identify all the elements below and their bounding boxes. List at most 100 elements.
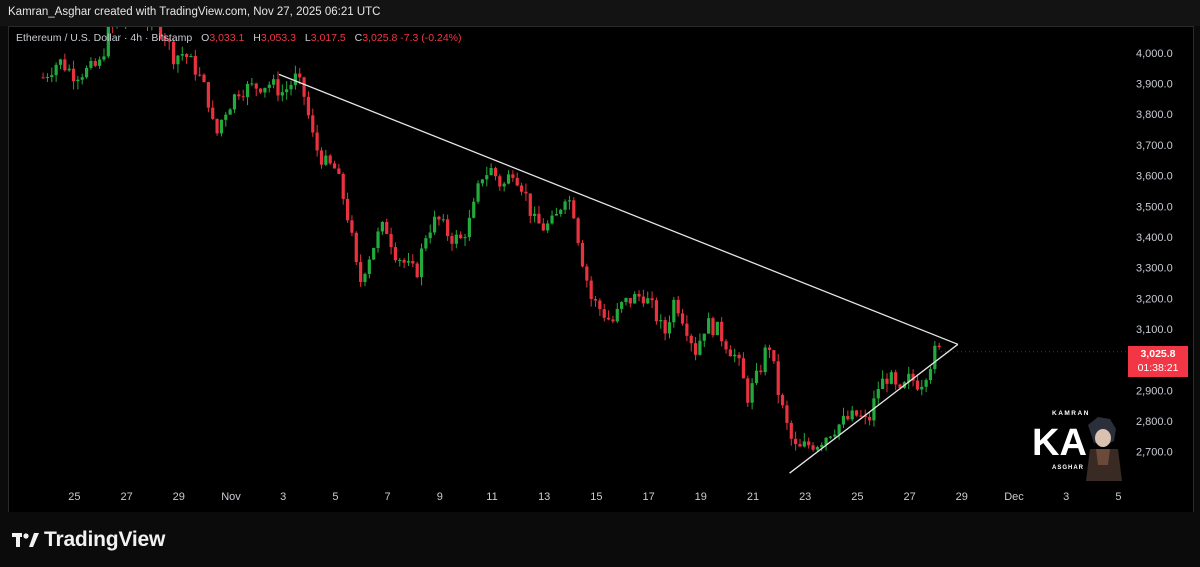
candle-down <box>354 232 358 263</box>
candle-down <box>519 185 524 192</box>
candle-up <box>763 347 767 373</box>
candle-down <box>63 59 67 71</box>
candle-down <box>741 358 746 379</box>
last-price-tag: 3,025.8 01:38:21 <box>1128 346 1188 377</box>
candle-down <box>885 378 889 384</box>
candle-up <box>280 92 284 96</box>
price-chart[interactable]: 2,700.02,800.02,900.03,000.03,100.03,200… <box>0 0 1200 567</box>
candle-down <box>41 77 45 79</box>
candle-up <box>150 11 153 23</box>
candle-down <box>524 191 528 194</box>
x-tick-label: 5 <box>332 491 338 503</box>
candle-down <box>315 132 319 151</box>
candle-down <box>541 223 545 231</box>
x-tick-label: 21 <box>747 491 759 503</box>
candle-up <box>715 321 719 336</box>
candle-down <box>459 234 463 239</box>
candle-down <box>211 107 215 119</box>
candle-down <box>254 83 258 89</box>
candle-up <box>837 424 841 435</box>
candle-up <box>54 64 58 76</box>
candle-up <box>146 23 149 24</box>
candle-down <box>611 319 615 322</box>
candle-down <box>798 444 802 447</box>
author-watermark: KAMRAN KA ASGHAR <box>1032 410 1122 481</box>
close-value: 3,025.8 <box>362 32 398 44</box>
x-tick-label: 15 <box>590 491 602 503</box>
candle-down <box>746 378 750 403</box>
candle-up <box>833 434 837 437</box>
candle-up <box>480 179 485 184</box>
candle-down <box>202 74 206 83</box>
anime-avatar-icon <box>1086 417 1122 481</box>
x-tick-label: 23 <box>799 491 811 503</box>
y-tick-label: 2,800.0 <box>1136 416 1173 428</box>
candle-down <box>498 176 502 187</box>
candle-up <box>289 84 293 90</box>
candle-up <box>67 68 71 71</box>
trendline-resistance <box>278 73 959 345</box>
candle-down <box>446 219 450 237</box>
candle-down <box>650 298 654 301</box>
candle-up <box>432 216 437 233</box>
trendline-support <box>789 343 959 474</box>
candle-down <box>685 323 689 336</box>
candle-down <box>846 415 850 420</box>
candle-up <box>550 215 554 224</box>
candle-down <box>385 222 389 234</box>
candle-down <box>341 173 345 199</box>
bar-countdown: 01:38:21 <box>1137 362 1179 374</box>
open-value: 3,033.1 <box>209 32 245 44</box>
candle-up <box>45 77 50 79</box>
x-tick-label: 25 <box>851 491 863 503</box>
y-tick-label: 3,500.0 <box>1136 201 1173 213</box>
candle-down <box>759 370 763 373</box>
symbol-title[interactable]: Ethereum / U.S. Dollar · 4h · Bitstamp <box>16 32 192 44</box>
candle-up <box>102 56 106 60</box>
x-tick-label: 27 <box>903 491 915 503</box>
candle-up <box>245 83 250 98</box>
high-value: 3,053.3 <box>260 32 296 44</box>
candle-down <box>789 422 793 439</box>
candle-up <box>189 55 193 58</box>
x-tick-label: 25 <box>68 491 80 503</box>
candle-up <box>76 79 80 82</box>
watermark-letters: KA <box>1032 422 1087 464</box>
candle-down <box>602 309 606 318</box>
change-value: -7.3 (-0.24%) <box>400 32 462 44</box>
candle-down <box>854 410 859 416</box>
candle-down <box>185 54 189 58</box>
candle-up <box>363 273 367 282</box>
candle-up <box>646 298 650 304</box>
tradingview-brand[interactable]: TradingView <box>12 528 165 552</box>
high-label: H <box>253 32 261 44</box>
candle-up <box>546 223 550 231</box>
candle-up <box>419 248 424 278</box>
candle-up <box>180 54 184 56</box>
candle-up <box>267 84 271 88</box>
candle-up <box>89 61 93 68</box>
candle-down <box>572 200 576 219</box>
candle-down <box>654 300 659 322</box>
candle-down <box>724 341 728 350</box>
watermark-bottom-text: ASGHAR <box>1052 465 1084 471</box>
candle-down <box>193 55 197 75</box>
candle-up <box>615 308 619 322</box>
candle-up <box>828 436 833 438</box>
candle-up <box>232 94 237 110</box>
candle-up <box>820 444 824 448</box>
candle-up <box>80 77 84 80</box>
candle-up <box>441 219 445 221</box>
x-tick-label: 3 <box>1063 491 1069 503</box>
candle-down <box>155 11 158 19</box>
candle-down <box>450 236 454 244</box>
candle-down <box>780 395 785 406</box>
candle-up <box>815 447 819 450</box>
candle-up <box>454 234 458 244</box>
candle-down <box>776 361 780 396</box>
candle-up <box>933 345 937 370</box>
candle-up <box>567 200 572 202</box>
candle-up <box>285 89 289 93</box>
candle-down <box>241 96 245 98</box>
candle-down <box>328 155 332 164</box>
